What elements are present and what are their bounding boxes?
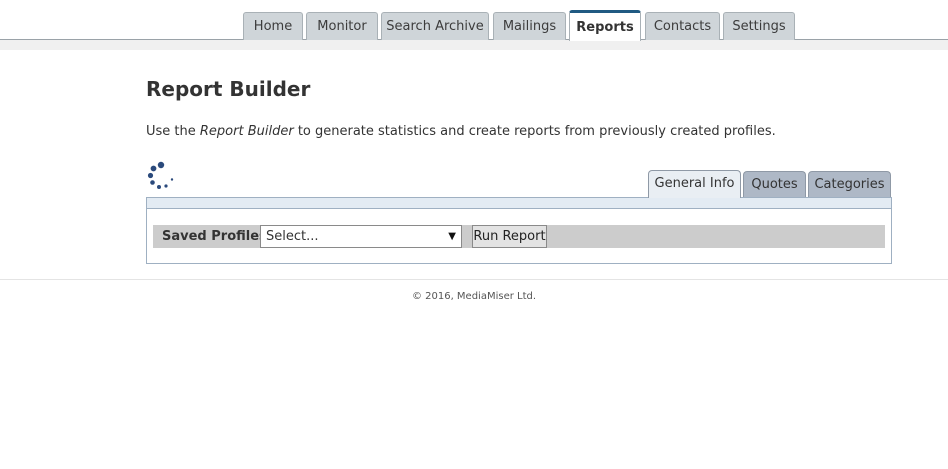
panel-header-strip bbox=[147, 198, 891, 209]
saved-profiles-select[interactable]: Select... ▼ bbox=[260, 225, 462, 248]
intro-text-emphasis: Report Builder bbox=[199, 124, 294, 139]
tab-categories[interactable]: Categories bbox=[808, 171, 891, 198]
intro-text-start: Use the bbox=[146, 124, 200, 139]
nav-tab-mailings[interactable]: Mailings bbox=[493, 12, 566, 40]
nav-tab-home[interactable]: Home bbox=[243, 12, 303, 40]
nav-divider-bar bbox=[0, 39, 948, 50]
loading-spinner-icon bbox=[147, 161, 174, 189]
tab-quotes[interactable]: Quotes bbox=[743, 171, 806, 198]
saved-profiles-select-value: Select... bbox=[266, 229, 319, 244]
saved-profiles-label: Saved Profiles: bbox=[162, 229, 272, 244]
chevron-down-icon: ▼ bbox=[448, 231, 456, 242]
nav-tab-monitor[interactable]: Monitor bbox=[306, 12, 378, 40]
page-title: Report Builder bbox=[146, 77, 311, 101]
tab-general-info[interactable]: General Info bbox=[648, 170, 741, 198]
footer-divider bbox=[0, 279, 948, 280]
nav-tab-reports[interactable]: Reports bbox=[569, 10, 641, 41]
footer-copyright: © 2016, MediaMiser Ltd. bbox=[411, 291, 537, 302]
top-navigation: Home Monitor Search Archive Mailings Rep… bbox=[0, 0, 948, 50]
page-intro: Use the Report Builder to generate stati… bbox=[146, 124, 776, 139]
intro-text-end: to generate statistics and create report… bbox=[293, 124, 776, 139]
nav-tab-settings[interactable]: Settings bbox=[723, 12, 795, 40]
saved-profiles-toolbar: Saved Profiles: Select... ▼ Run Report bbox=[153, 225, 885, 248]
run-report-button[interactable]: Run Report bbox=[472, 225, 547, 248]
report-panel: Saved Profiles: Select... ▼ Run Report bbox=[146, 197, 892, 264]
nav-tab-contacts[interactable]: Contacts bbox=[645, 12, 720, 40]
nav-tab-search-archive[interactable]: Search Archive bbox=[381, 12, 489, 40]
